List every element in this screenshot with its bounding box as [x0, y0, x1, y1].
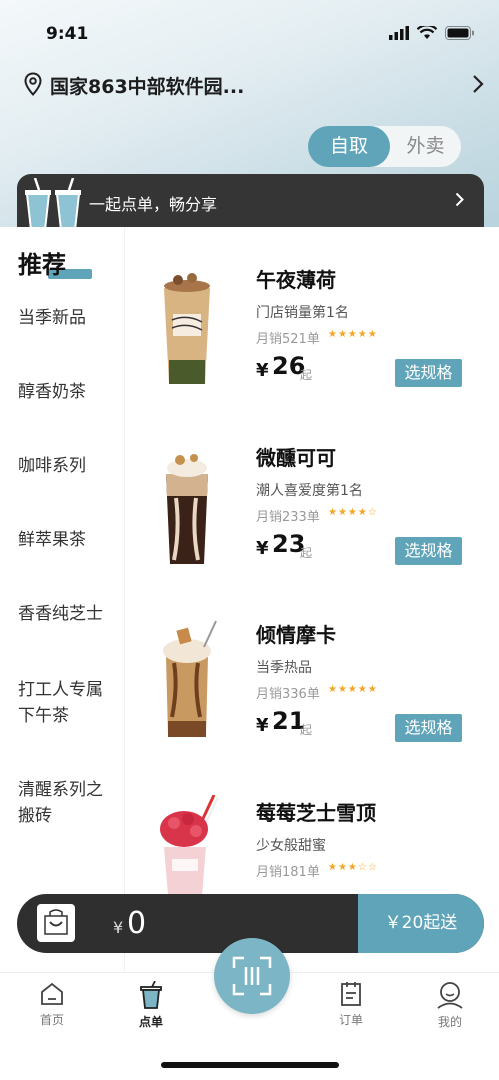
drink-image	[166, 454, 208, 564]
tab-label: 我的	[437, 1015, 462, 1029]
sidebar-item-recommended[interactable]: 推荐	[18, 245, 66, 280]
select-options-button[interactable]: 选规格	[395, 537, 462, 565]
drink-image	[164, 273, 210, 384]
product-name: 倾情摩卡	[256, 623, 336, 647]
profile-icon	[437, 982, 463, 1009]
rating-stars: ★★★☆☆	[328, 862, 378, 873]
drink-image	[163, 620, 217, 737]
home-indicator	[161, 1062, 339, 1068]
sidebar-item-cheese[interactable]: 香香纯芝士	[18, 601, 118, 627]
monthly-sales: 月销233单	[256, 510, 320, 525]
order-icon	[341, 982, 361, 1006]
chevron-right-icon	[455, 192, 464, 207]
scan-icon	[232, 956, 272, 996]
chevron-right-icon[interactable]	[472, 74, 484, 94]
product-name: 微醺可可	[256, 446, 336, 470]
group-order-text: 一起点单，畅分享	[89, 195, 218, 214]
shopping-bag-icon[interactable]	[37, 904, 75, 942]
select-options-button[interactable]: 选规格	[395, 359, 462, 387]
store-address: 国家863中部软件园...	[50, 76, 245, 98]
status-icons	[389, 26, 475, 40]
product-tag: 潮人喜爱度第1名	[256, 483, 363, 499]
cup-icon	[140, 981, 162, 1009]
min-order-button[interactable]: ￥20起送	[358, 894, 484, 953]
home-icon	[41, 982, 63, 1005]
price-suffix: 起	[300, 368, 313, 382]
product-card[interactable]: 午夜薄荷 门店销量第1名 月销521单 ★★★★★ ¥ 26 起 选规格	[126, 262, 499, 432]
price-suffix: 起	[300, 546, 313, 560]
cart-currency: ¥	[113, 918, 124, 937]
tab-home[interactable]: 首页	[22, 981, 82, 1028]
product-name: 莓莓芝士雪顶	[256, 801, 376, 825]
sidebar-item-coffee[interactable]: 咖啡系列	[18, 453, 118, 479]
monthly-sales: 月销521单	[256, 332, 320, 347]
monthly-sales: 月销181单	[256, 865, 320, 880]
scan-button[interactable]	[214, 938, 290, 1014]
product-tag: 少女般甜蜜	[256, 838, 326, 854]
group-order-banner[interactable]: 一起点单，畅分享	[17, 174, 484, 232]
tab-orders[interactable]: 订单	[321, 981, 381, 1028]
product-card[interactable]: 倾情摩卡 当季热品 月销336单 ★★★★★ ¥ 21 起 选规格	[126, 617, 499, 787]
product-card[interactable]: 微醺可可 潮人喜爱度第1名 月销233单 ★★★★☆ ¥ 23 起 选规格	[126, 440, 499, 610]
status-bar: 9:41	[0, 0, 499, 66]
signal-icon	[389, 26, 409, 40]
rating-stars: ★★★★☆	[328, 507, 378, 518]
wifi-icon	[417, 26, 437, 39]
monthly-sales: 月销336单	[256, 687, 320, 702]
currency-symbol: ¥	[256, 715, 269, 736]
sidebar-item-sober-series[interactable]: 清醒系列之搬砖	[18, 777, 118, 829]
product-name: 午夜薄荷	[256, 268, 336, 292]
tab-label: 订单	[338, 1013, 363, 1027]
cart-total: 0	[127, 906, 147, 941]
product-tag: 门店销量第1名	[256, 305, 349, 321]
select-options-button[interactable]: 选规格	[395, 714, 462, 742]
price-suffix: 起	[300, 723, 313, 737]
status-time: 9:41	[46, 24, 89, 44]
pickup-option[interactable]: 自取	[308, 126, 390, 167]
tab-profile[interactable]: 我的	[420, 981, 480, 1030]
sidebar-title-wrap: 推荐	[18, 245, 92, 280]
sidebar-item-milk-tea[interactable]: 醇香奶茶	[18, 379, 118, 405]
store-location[interactable]: 国家863中部软件园...	[24, 70, 484, 100]
product-tag: 当季热品	[256, 660, 312, 676]
tab-label: 点单	[138, 1015, 163, 1029]
rating-stars: ★★★★★	[328, 329, 378, 340]
rating-stars: ★★★★★	[328, 684, 378, 695]
location-pin-icon	[24, 72, 42, 96]
battery-icon	[445, 26, 474, 40]
currency-symbol: ¥	[256, 538, 269, 559]
category-sidebar: 推荐 当季新品 醇香奶茶 咖啡系列 鲜萃果茶 香香纯芝士 打工人专属下午茶 清醒…	[0, 227, 125, 972]
tab-label: 首页	[39, 1013, 64, 1027]
sidebar-item-fruit-tea[interactable]: 鲜萃果茶	[18, 527, 118, 553]
sidebar-item-afternoon-tea[interactable]: 打工人专属下午茶	[18, 677, 118, 729]
pickup-delivery-toggle[interactable]: 自取 外卖	[308, 126, 461, 167]
delivery-option[interactable]: 外卖	[390, 126, 461, 167]
sidebar-item-new-season[interactable]: 当季新品	[18, 305, 118, 331]
tab-order-menu[interactable]: 点单	[121, 981, 181, 1030]
currency-symbol: ¥	[256, 360, 269, 381]
cups-icon	[25, 178, 81, 231]
